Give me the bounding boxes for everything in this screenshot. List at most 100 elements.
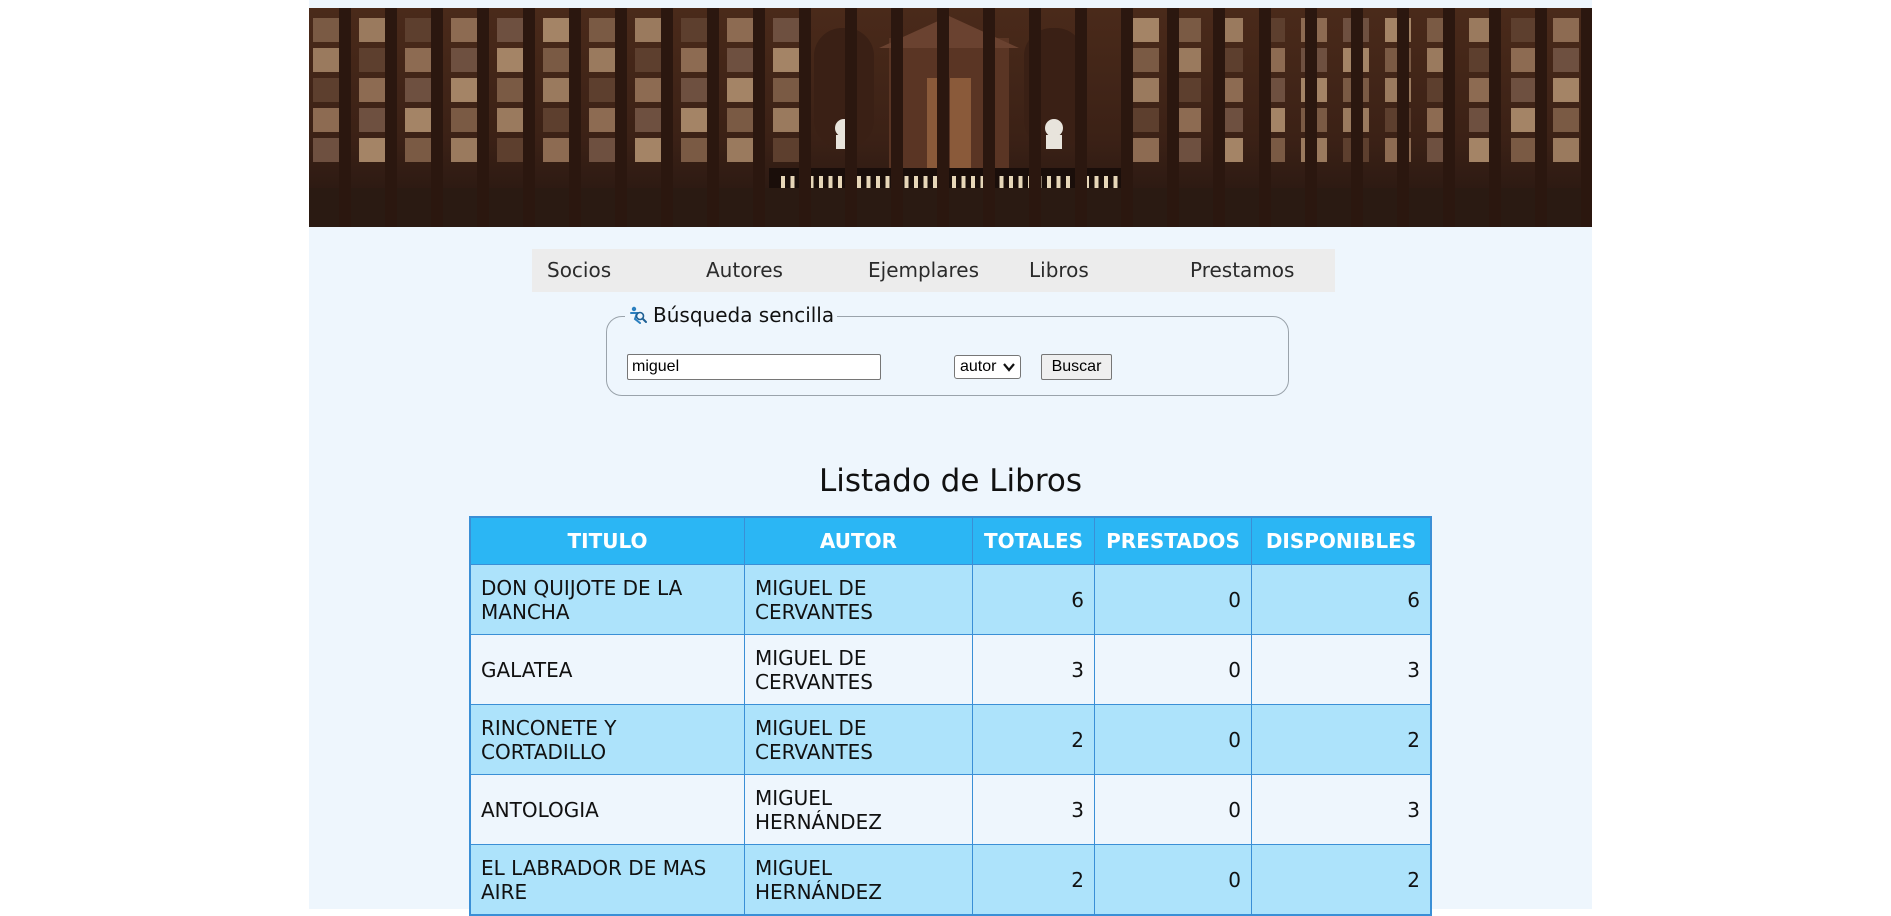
bookcase-pillar <box>385 8 397 227</box>
bookshelf-segment <box>589 78 615 102</box>
search-input[interactable] <box>627 354 881 380</box>
page-container: Socios Autores Ejemplares Libros Prestam… <box>309 0 1592 916</box>
page-title: Listado de Libros <box>818 463 1083 499</box>
bookcase-pillar <box>431 8 443 227</box>
bookshelf-segment <box>405 108 431 132</box>
bookshelf-segment <box>1553 108 1579 132</box>
bookshelf-segment <box>727 138 753 162</box>
bookcase-pillar <box>569 8 581 227</box>
cell-disponibles: 2 <box>1251 844 1432 916</box>
nav-item-libros[interactable]: Libros <box>1029 249 1089 292</box>
bookshelf-segment <box>635 78 661 102</box>
bookshelf-segment <box>1553 48 1579 72</box>
main-nav: Socios Autores Ejemplares Libros Prestam… <box>532 249 1335 292</box>
bookshelf-segment <box>773 108 799 132</box>
search-button[interactable]: Buscar <box>1041 354 1112 380</box>
bookshelf-segment <box>313 138 339 162</box>
bookshelf-segment <box>313 48 339 72</box>
table-row: EL LABRADOR DE MAS AIRE MIGUEL HERNÁNDEZ… <box>469 844 1432 916</box>
cell-titulo: DON QUIJOTE DE LA MANCHA <box>469 564 745 635</box>
cell-autor: MIGUEL DE CERVANTES <box>744 564 973 635</box>
bookshelf-segment <box>1553 78 1579 102</box>
bookshelf-segment <box>1511 18 1537 42</box>
cell-titulo: RINCONETE Y CORTADILLO <box>469 704 745 775</box>
bookcase-pillar <box>523 8 535 227</box>
bookcase-pillar <box>891 8 903 227</box>
bookshelf-segment <box>497 78 523 102</box>
bookshelf-segment <box>727 48 753 72</box>
bookshelf-segment <box>359 138 385 162</box>
bookshelf-segment <box>635 138 661 162</box>
bookshelf-segment <box>635 18 661 42</box>
column-header-titulo: TITULO <box>469 516 745 565</box>
nav-item-autores[interactable]: Autores <box>706 249 783 292</box>
bookcase-pillar <box>1397 8 1409 227</box>
nav-item-ejemplares[interactable]: Ejemplares <box>868 249 979 292</box>
bookshelf-segment <box>313 78 339 102</box>
bookshelf-segment <box>681 78 707 102</box>
cell-disponibles: 2 <box>1251 704 1432 775</box>
bookshelf-segment <box>635 48 661 72</box>
nav-item-prestamos[interactable]: Prestamos <box>1190 249 1294 292</box>
cell-disponibles: 3 <box>1251 774 1432 845</box>
library-banner-image <box>309 8 1592 227</box>
cell-prestados: 0 <box>1094 704 1252 775</box>
bookshelf-segment <box>635 108 661 132</box>
cell-autor: MIGUEL HERNÁNDEZ <box>744 774 973 845</box>
bookshelf-segment <box>589 18 615 42</box>
chevron-down-icon <box>1003 363 1015 372</box>
search-field-select[interactable]: autor <box>954 355 1021 379</box>
bookshelf-segment <box>497 18 523 42</box>
bookcase-pillar <box>615 8 627 227</box>
bookcase-pillar <box>661 8 673 227</box>
bookshelf-segment <box>543 48 569 72</box>
cell-totales: 2 <box>972 704 1095 775</box>
bookshelf-segment <box>405 78 431 102</box>
cell-totales: 3 <box>972 634 1095 705</box>
bookshelf-segment <box>359 48 385 72</box>
table-row: ANTOLOGIA MIGUEL HERNÁNDEZ 3 0 3 <box>469 774 1432 845</box>
bookcase-pillar <box>1121 8 1133 227</box>
nav-item-socios[interactable]: Socios <box>547 249 611 292</box>
bookshelf-segment <box>681 48 707 72</box>
bookcase-pillar <box>753 8 765 227</box>
bookshelf-segment <box>313 18 339 42</box>
bookcase-pillar <box>1259 8 1271 227</box>
bookshelf-segment <box>543 78 569 102</box>
bookshelf-segment <box>773 18 799 42</box>
bookshelf-segment <box>1133 108 1159 132</box>
bookshelf-segment <box>773 48 799 72</box>
bookshelf-segment <box>589 108 615 132</box>
bookcase-pillar <box>1029 8 1041 227</box>
bookshelf-segment <box>1133 138 1159 162</box>
bookshelf-segment <box>1511 108 1537 132</box>
bookshelf-segment <box>313 108 339 132</box>
bookshelf-segment <box>1133 78 1159 102</box>
cell-autor: MIGUEL DE CERVANTES <box>744 704 973 775</box>
cell-totales: 3 <box>972 774 1095 845</box>
cell-totales: 2 <box>972 844 1095 916</box>
search-legend-label: Búsqueda sencilla <box>653 303 835 327</box>
bookcase-pillar <box>1351 8 1363 227</box>
cell-autor: MIGUEL DE CERVANTES <box>744 634 973 705</box>
search-field-selected: autor <box>960 358 997 375</box>
bookshelf-segment <box>405 48 431 72</box>
table-header-row: TITULO AUTOR TOTALES PRESTADOS DISPONIBL… <box>469 516 1432 565</box>
column-header-autor: AUTOR <box>744 516 973 565</box>
bookcase-pillar <box>1581 8 1592 227</box>
cell-titulo: EL LABRADOR DE MAS AIRE <box>469 844 745 916</box>
bookshelf-segment <box>405 18 431 42</box>
bookcase-pillar <box>1305 8 1317 227</box>
books-table: TITULO AUTOR TOTALES PRESTADOS DISPONIBL… <box>469 516 1432 916</box>
cell-prestados: 0 <box>1094 774 1252 845</box>
bookshelf-segment <box>451 138 477 162</box>
bookcase-pillar <box>707 8 719 227</box>
bookcase-pillar <box>845 8 857 227</box>
bookshelf-segment <box>589 48 615 72</box>
bookshelf-segment <box>589 138 615 162</box>
cell-totales: 6 <box>972 564 1095 635</box>
bookcase-pillar <box>1167 8 1179 227</box>
bookcase-pillar <box>477 8 489 227</box>
bookshelf-segment <box>543 108 569 132</box>
simple-search-fieldset: Búsqueda sencilla autor Buscar <box>606 303 1289 396</box>
